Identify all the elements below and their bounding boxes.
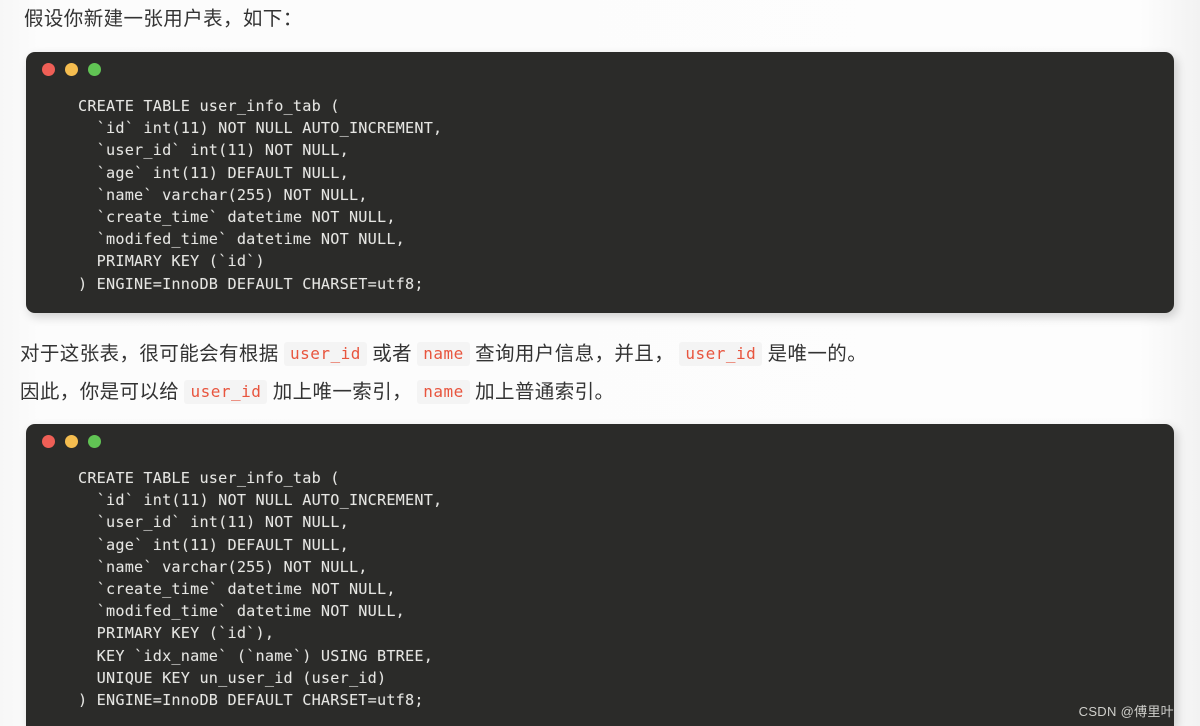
sql-code-basic: CREATE TABLE user_info_tab ( `id` int(11… [78, 97, 443, 293]
inline-code-name-1: name [417, 342, 470, 366]
code-window-titlebar [26, 52, 1174, 86]
paragraph-text-2a: 因此，你是可以给 [20, 382, 185, 403]
explanation-paragraph: 对于这张表，很可能会有根据 user_id 或者 name 查询用户信息，并且，… [20, 336, 867, 412]
csdn-watermark: CSDN @傅里叶 [1078, 704, 1174, 719]
intro-heading: 假设你新建一张用户表，如下： [24, 9, 303, 30]
minimize-dot-icon[interactable] [65, 62, 78, 76]
paragraph-line-2: 因此，你是可以给 user_id 加上唯一索引， name 加上普通索引。 [20, 374, 867, 412]
close-dot-icon[interactable] [42, 62, 55, 76]
maximize-dot-icon[interactable] [88, 62, 101, 76]
paragraph-text-2c: 加上普通索引。 [469, 382, 615, 403]
maximize-dot-icon[interactable] [88, 434, 101, 448]
paragraph-text-1c: 查询用户信息，并且， [469, 344, 680, 365]
paragraph-text-1a: 对于这张表，很可能会有根据 [20, 344, 284, 365]
inline-code-user-id-2: user_id [679, 342, 763, 366]
code-block-create-table-basic: CREATE TABLE user_info_tab ( `id` int(11… [26, 52, 1174, 313]
paragraph-text-2b: 加上唯一索引， [267, 382, 418, 403]
minimize-dot-icon[interactable] [65, 434, 78, 448]
code-window-titlebar-2 [26, 424, 1174, 458]
paragraph-text-1b: 或者 [366, 344, 418, 365]
inline-code-name-2: name [417, 380, 470, 404]
article-page: 假设你新建一张用户表，如下： CREATE TABLE user_info_ta… [0, 0, 1200, 726]
inline-code-user-id-1: user_id [283, 342, 367, 366]
inline-code-user-id-3: user_id [184, 380, 268, 404]
paragraph-line-1: 对于这张表，很可能会有根据 user_id 或者 name 查询用户信息，并且，… [20, 336, 867, 374]
close-dot-icon[interactable] [42, 434, 55, 448]
paragraph-text-1d: 是唯一的。 [762, 344, 868, 365]
code-block-create-table-with-indexes: CREATE TABLE user_info_tab ( `id` int(11… [26, 424, 1174, 726]
sql-code-with-indexes: CREATE TABLE user_info_tab ( `id` int(11… [78, 469, 443, 710]
